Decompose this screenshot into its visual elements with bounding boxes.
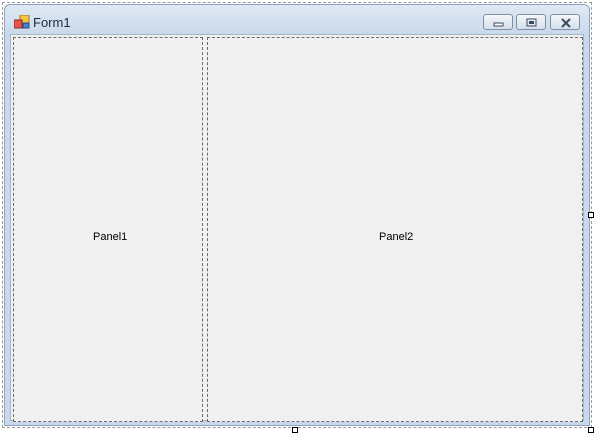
minimize-icon: [493, 22, 504, 27]
resize-handle-corner[interactable]: [588, 427, 594, 433]
panel2-label: Panel2: [379, 231, 414, 243]
form-client-area[interactable]: Panel1 Panel2: [10, 34, 584, 422]
panel1[interactable]: Panel1: [13, 37, 203, 422]
close-icon: [561, 18, 571, 28]
form-window[interactable]: Form1 Panel1 Panel2: [4, 4, 590, 426]
minimize-button[interactable]: [483, 14, 513, 30]
form-title: Form1: [33, 15, 71, 30]
resize-handle-right[interactable]: [588, 212, 594, 218]
resize-handle-bottom[interactable]: [292, 427, 298, 433]
panel2[interactable]: Panel2: [207, 37, 583, 422]
close-button[interactable]: [550, 14, 580, 30]
panel1-label: Panel1: [93, 231, 128, 243]
title-bar[interactable]: Form1: [5, 5, 589, 35]
maximize-icon: [526, 18, 537, 27]
designer-surface: Form1 Panel1 Panel2: [0, 0, 600, 437]
form-icon: [13, 14, 30, 29]
maximize-button[interactable]: [516, 14, 546, 30]
